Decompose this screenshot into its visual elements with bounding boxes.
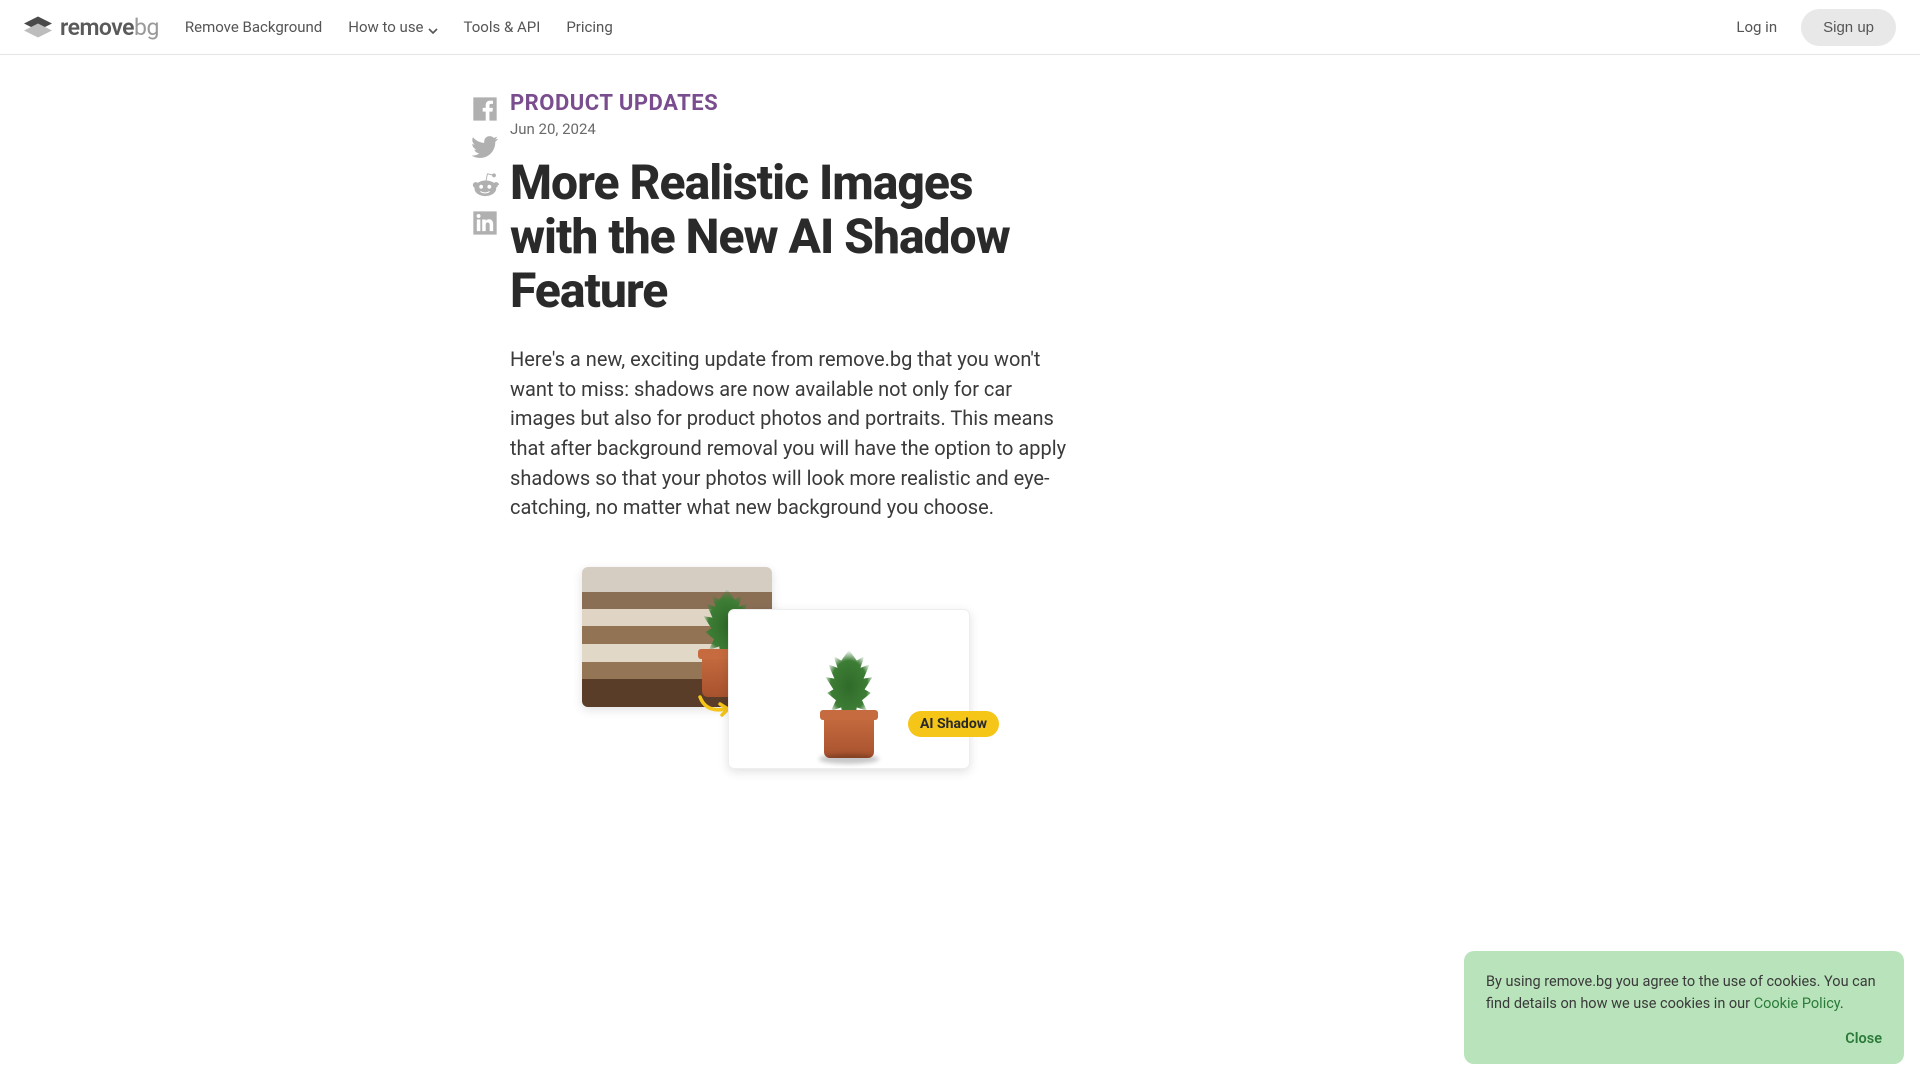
article-illustration: AI Shadow <box>530 567 1050 797</box>
reddit-icon <box>471 171 499 199</box>
login-link[interactable]: Log in <box>1736 18 1777 36</box>
cookie-close-button[interactable]: Close <box>1486 1028 1882 1050</box>
share-facebook[interactable] <box>471 95 499 127</box>
nav-tools-api[interactable]: Tools & API <box>464 18 541 36</box>
article-category[interactable]: PRODUCT UPDATES <box>510 91 1070 116</box>
share-reddit[interactable] <box>471 171 499 203</box>
share-column <box>460 91 510 797</box>
article: PRODUCT UPDATES Jun 20, 2024 More Realis… <box>510 91 1070 797</box>
cookie-text-after: . <box>1840 995 1844 1012</box>
cookie-text: By using remove.bg you agree to the use … <box>1486 973 1876 1012</box>
article-title: More Realistic Images with the New AI Sh… <box>510 156 1070 317</box>
signup-button[interactable]: Sign up <box>1801 9 1896 46</box>
nav-remove-background[interactable]: Remove Background <box>185 18 322 36</box>
share-twitter[interactable] <box>471 133 499 165</box>
article-date: Jun 20, 2024 <box>510 120 1070 138</box>
linkedin-icon <box>471 209 499 237</box>
cookie-policy-link[interactable]: Cookie Policy <box>1754 995 1840 1012</box>
header: removebg Remove Background How to use To… <box>0 0 1920 55</box>
main-nav: Remove Background How to use Tools & API… <box>185 18 613 36</box>
ai-shadow-badge: AI Shadow <box>908 711 999 737</box>
shadow-icon <box>819 754 879 764</box>
logo-text-suffix: bg <box>134 14 159 41</box>
illustration-after-image <box>728 609 970 769</box>
header-right: Log in Sign up <box>1736 9 1896 46</box>
nav-how-to-use[interactable]: How to use <box>348 18 437 36</box>
logo-text: removebg <box>60 14 159 41</box>
nav-pricing[interactable]: Pricing <box>566 18 612 36</box>
twitter-icon <box>471 133 499 161</box>
plant-icon <box>814 648 884 758</box>
logo-icon <box>24 16 52 38</box>
header-left: removebg Remove Background How to use To… <box>24 14 613 41</box>
chevron-down-icon <box>428 22 438 32</box>
main: PRODUCT UPDATES Jun 20, 2024 More Realis… <box>460 55 1460 837</box>
cookie-banner: By using remove.bg you agree to the use … <box>1464 951 1904 1064</box>
facebook-icon <box>471 95 499 123</box>
article-body: Here's a new, exciting update from remov… <box>510 345 1070 523</box>
share-linkedin[interactable] <box>471 209 499 241</box>
logo-text-main: remove <box>60 14 134 41</box>
nav-how-to-use-label: How to use <box>348 18 423 36</box>
logo[interactable]: removebg <box>24 14 159 41</box>
